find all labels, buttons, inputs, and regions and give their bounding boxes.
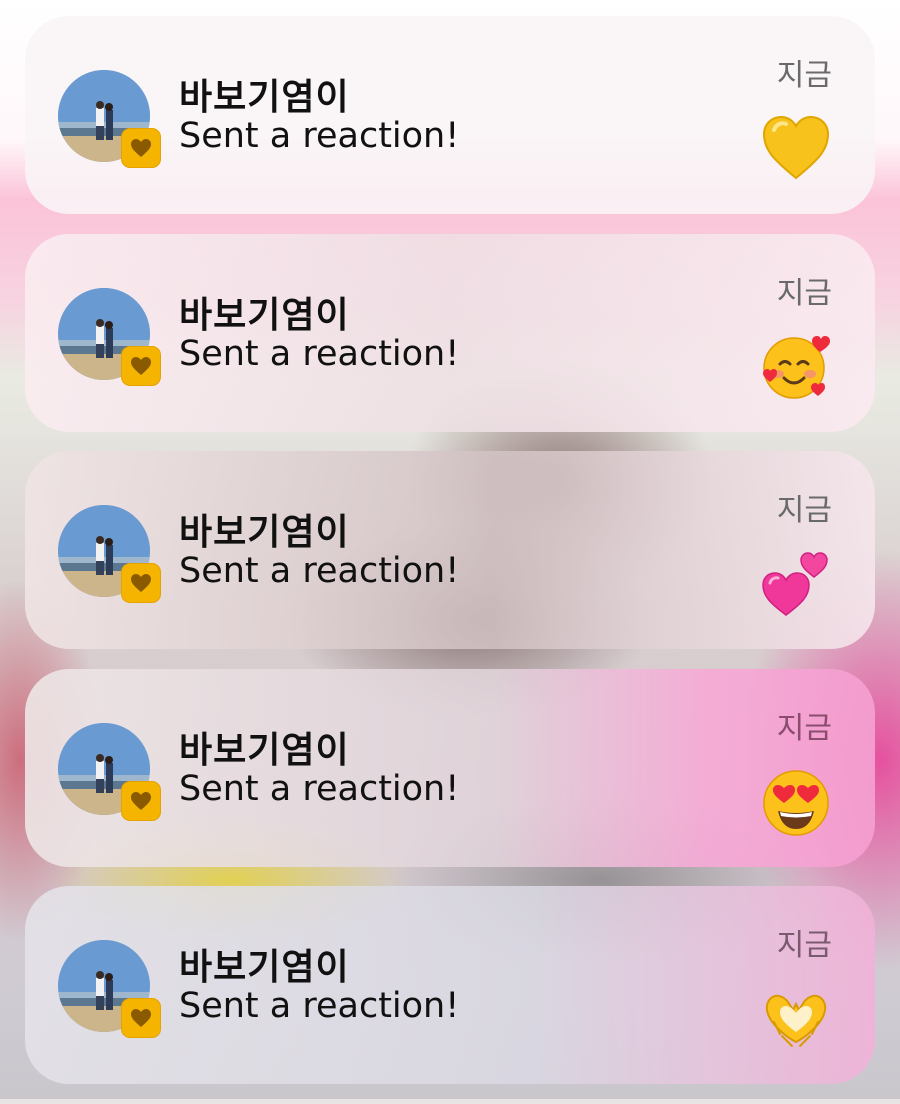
sender-name: 바보기염이 xyxy=(179,77,350,118)
smiling-face-with-hearts-icon xyxy=(760,330,832,402)
notification-card[interactable]: 바보기염이 Sent a reaction! 지금 xyxy=(25,668,875,867)
notification-time: 지금 xyxy=(776,275,832,311)
sender-avatar-group xyxy=(58,287,161,386)
yellow-heart-icon xyxy=(760,112,832,184)
notification-card[interactable]: 바보기염이 Sent a reaction! 지금 xyxy=(25,451,875,649)
app-badge-heart-icon xyxy=(121,345,161,386)
two-hearts-icon xyxy=(760,547,832,619)
notification-stack: 바보기염이 Sent a reaction! 지금 바보기염이 Sent a r… xyxy=(25,16,875,1104)
sender-name: 바보기염이 xyxy=(179,512,350,553)
notification-time: 지금 xyxy=(776,928,832,963)
app-badge-heart-icon xyxy=(121,780,161,821)
heart-hands-icon xyxy=(760,982,832,1054)
notification-message: Sent a reaction! xyxy=(179,986,460,1026)
notification-message: Sent a reaction! xyxy=(179,333,460,374)
notification-message: Sent a reaction! xyxy=(179,116,460,156)
notification-card[interactable]: 바보기염이 Sent a reaction! 지금 xyxy=(25,233,875,432)
sender-avatar-group xyxy=(58,722,161,821)
notification-time: 지금 xyxy=(776,710,832,746)
app-badge-heart-icon xyxy=(121,563,161,603)
notification-message: Sent a reaction! xyxy=(179,551,460,591)
notification-time: 지금 xyxy=(776,493,832,528)
app-badge-heart-icon xyxy=(121,998,161,1038)
app-badge-heart-icon xyxy=(121,128,161,168)
heart-eyes-icon xyxy=(760,765,832,837)
notification-card[interactable]: 바보기염이 Sent a reaction! 지금 xyxy=(25,16,875,214)
sender-name: 바보기염이 xyxy=(179,294,350,336)
sender-name: 바보기염이 xyxy=(179,729,350,771)
notification-card[interactable]: 바보기염이 Sent a reaction! 지금 xyxy=(25,886,875,1084)
notification-message: Sent a reaction! xyxy=(179,768,460,809)
sender-avatar-group xyxy=(58,940,161,1038)
sender-avatar-group xyxy=(58,505,161,603)
sender-name: 바보기염이 xyxy=(179,947,350,988)
sender-avatar-group xyxy=(58,70,161,168)
notification-time: 지금 xyxy=(776,58,832,93)
